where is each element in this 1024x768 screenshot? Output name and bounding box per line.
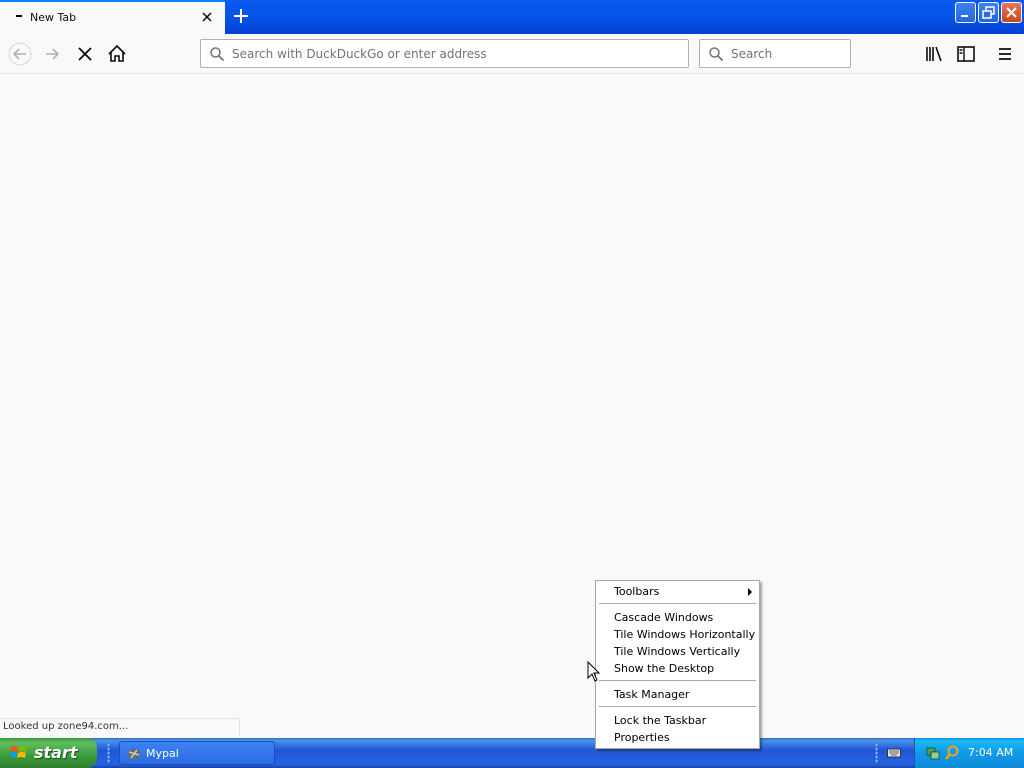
- stop-loading-icon[interactable]: [73, 42, 97, 66]
- menu-separator: [599, 603, 756, 604]
- menu-item-toolbars[interactable]: Toolbars: [596, 583, 759, 600]
- menu-item-label: Properties: [614, 731, 670, 744]
- sidebar-icon[interactable]: [954, 42, 978, 66]
- clock[interactable]: 7:04 AM: [968, 746, 1013, 759]
- menu-item-tile-horizontally[interactable]: Tile Windows Horizontally: [596, 626, 759, 643]
- minimize-icon: [961, 15, 968, 17]
- restore-button[interactable]: [978, 2, 999, 23]
- start-label: start: [34, 743, 78, 762]
- back-arrow-icon[interactable]: [8, 42, 32, 66]
- taskbar-item-label: Mypal: [146, 747, 179, 760]
- menu-item-label: Show the Desktop: [614, 662, 715, 675]
- title-bar: New Tab: [0, 0, 1024, 34]
- network-icon[interactable]: [925, 745, 941, 761]
- tab-new-tab[interactable]: New Tab: [0, 0, 225, 34]
- tab-title: New Tab: [30, 11, 77, 24]
- system-tray: 7:04 AM: [914, 738, 1024, 768]
- navigation-toolbar: Search with DuckDuckGo or enter address …: [0, 34, 1024, 74]
- page-content: [0, 75, 1024, 735]
- close-icon: [1006, 7, 1017, 18]
- minimize-button[interactable]: [955, 2, 976, 23]
- magnifier-icon[interactable]: [944, 745, 960, 761]
- menu-item-show-desktop[interactable]: Show the Desktop: [596, 660, 759, 677]
- start-button[interactable]: start: [0, 738, 97, 768]
- taskbar-context-menu: Toolbars Cascade Windows Tile Windows Ho…: [595, 580, 760, 749]
- menu-item-tile-vertically[interactable]: Tile Windows Vertically: [596, 643, 759, 660]
- new-tab-icon[interactable]: [230, 5, 252, 27]
- submenu-arrow-icon: [748, 588, 752, 596]
- menu-separator: [599, 680, 756, 681]
- menu-icon[interactable]: [993, 42, 1017, 66]
- search-bar[interactable]: Search: [699, 39, 851, 68]
- close-tab-icon[interactable]: [199, 9, 215, 25]
- mouse-cursor-icon: [587, 661, 601, 682]
- mypal-icon: [128, 748, 140, 760]
- menu-item-label: Toolbars: [614, 585, 660, 598]
- window-controls: [955, 2, 1022, 23]
- search-bar-placeholder: Search: [731, 47, 773, 61]
- menu-item-label: Lock the Taskbar: [614, 714, 707, 727]
- library-icon[interactable]: [922, 42, 946, 66]
- menu-separator: [599, 706, 756, 707]
- menu-item-label: Tile Windows Vertically: [614, 645, 741, 658]
- forward-arrow-icon[interactable]: [41, 42, 65, 66]
- restore-icon: [982, 6, 995, 19]
- search-icon: [709, 47, 724, 62]
- search-icon: [210, 47, 225, 62]
- menu-item-cascade-windows[interactable]: Cascade Windows: [596, 609, 759, 626]
- menu-item-properties[interactable]: Properties: [596, 729, 759, 746]
- taskbar: start Mypal 7:04 AM: [0, 738, 1024, 768]
- status-bar: Looked up zone94.com...: [0, 718, 240, 735]
- tray-grip[interactable]: [875, 743, 878, 763]
- address-bar[interactable]: Search with DuckDuckGo or enter address: [200, 39, 689, 68]
- taskbar-grip[interactable]: [107, 743, 110, 763]
- taskbar-item-mypal[interactable]: Mypal: [119, 741, 275, 765]
- close-window-button[interactable]: [1001, 2, 1022, 23]
- keyboard-icon[interactable]: [887, 746, 901, 760]
- home-icon[interactable]: [105, 42, 129, 66]
- menu-item-label: Task Manager: [614, 688, 690, 701]
- loading-icon: [16, 15, 22, 17]
- menu-item-lock-taskbar[interactable]: Lock the Taskbar: [596, 712, 759, 729]
- windows-logo-icon: [10, 746, 27, 758]
- address-bar-placeholder: Search with DuckDuckGo or enter address: [232, 47, 487, 61]
- menu-item-label: Cascade Windows: [614, 611, 714, 624]
- menu-item-task-manager[interactable]: Task Manager: [596, 686, 759, 703]
- menu-item-label: Tile Windows Horizontally: [614, 628, 756, 641]
